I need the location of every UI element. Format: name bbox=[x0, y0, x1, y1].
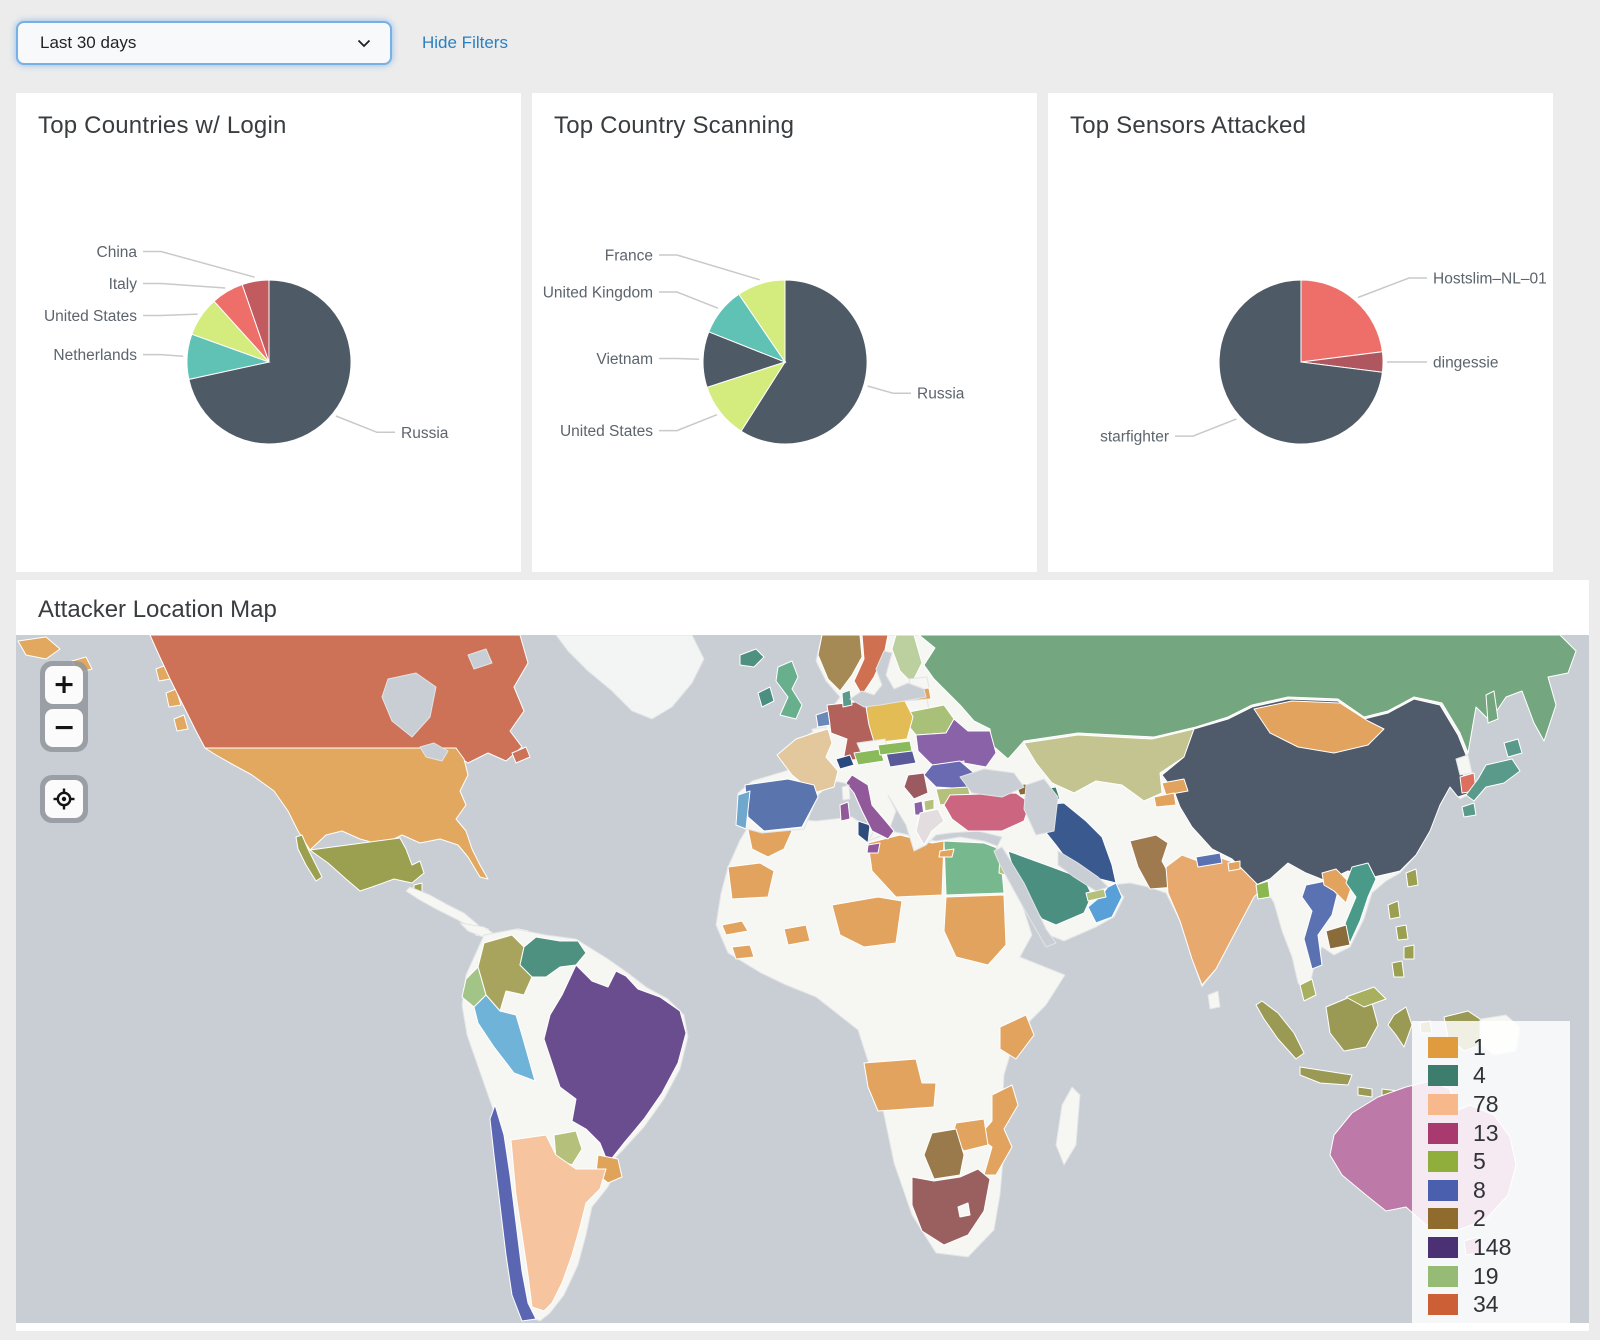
panel-top-sensors-attacked: Top Sensors Attacked Hostslim–NL–01 dinge… bbox=[1048, 93, 1553, 572]
pie-chart-top-countries-login: Russia Netherlands United States Italy China bbox=[44, 244, 449, 445]
country-bhutan[interactable] bbox=[1227, 860, 1241, 872]
world-map[interactable]: + − 1 4 78 13 5 8 2 148 19 34 bbox=[16, 635, 1589, 1329]
legend-row: 8 bbox=[1428, 1176, 1570, 1205]
country-burkina-faso[interactable] bbox=[783, 924, 811, 946]
dashboard: { "filters": { "time_range": "Last 30 da… bbox=[0, 0, 1600, 1340]
legend-swatch bbox=[1428, 1122, 1458, 1144]
country-guinea[interactable] bbox=[731, 944, 755, 960]
legend-value: 13 bbox=[1473, 1119, 1499, 1146]
pie-label-line bbox=[659, 291, 719, 309]
pie-label-line bbox=[143, 353, 184, 358]
legend-row: 148 bbox=[1428, 1233, 1570, 1262]
map-legend: 1 4 78 13 5 8 2 148 19 34 bbox=[1412, 1021, 1570, 1329]
legend-swatch bbox=[1428, 1294, 1458, 1316]
legend-swatch bbox=[1428, 1065, 1458, 1087]
legend-value: 4 bbox=[1473, 1062, 1486, 1089]
country-mauritania[interactable] bbox=[727, 862, 775, 900]
pie-label: Italy bbox=[109, 276, 138, 293]
pie-panels-row: Top Countries w/ Login Russia Netherlands… bbox=[16, 93, 1553, 572]
pie-chart-top-sensors-attacked: Hostslim–NL–01 dingessie starfighter bbox=[1100, 271, 1547, 446]
country-italy-sicily[interactable] bbox=[866, 842, 881, 854]
panel-title: Top Country Scanning bbox=[554, 112, 795, 139]
legend-value: 8 bbox=[1473, 1176, 1486, 1203]
country-france-corsica[interactable] bbox=[841, 784, 851, 801]
legend-row: 2 bbox=[1428, 1205, 1570, 1234]
pie-label: United States bbox=[560, 423, 653, 440]
time-range-select[interactable]: Last 30 days bbox=[16, 21, 392, 65]
map-zoom-controls: + − bbox=[40, 661, 88, 752]
zoom-in-button[interactable]: + bbox=[45, 666, 83, 704]
legend-row: 4 bbox=[1428, 1062, 1570, 1091]
pie-label: Netherlands bbox=[53, 347, 137, 364]
map-locate-control bbox=[40, 775, 88, 823]
legend-swatch bbox=[1428, 1179, 1458, 1201]
pie-label: Hostslim–NL–01 bbox=[1433, 271, 1547, 288]
pie-label: China bbox=[97, 244, 138, 261]
pie-label-line bbox=[335, 415, 395, 434]
legend-row: 78 bbox=[1428, 1090, 1570, 1119]
pie-label-line bbox=[143, 282, 226, 289]
pie-label-line bbox=[1175, 418, 1237, 437]
pie-label-line bbox=[143, 313, 198, 317]
pie-label-line bbox=[659, 414, 718, 432]
crosshair-button[interactable] bbox=[45, 780, 83, 818]
legend-value: 148 bbox=[1473, 1233, 1512, 1260]
legend-swatch bbox=[1428, 1151, 1458, 1173]
pie-label: starfighter bbox=[1100, 429, 1169, 446]
pie-label: dingessie bbox=[1433, 355, 1499, 372]
legend-row: 1 bbox=[1428, 1033, 1570, 1062]
legend-swatch bbox=[1428, 1093, 1458, 1115]
legend-value: 2 bbox=[1473, 1205, 1486, 1232]
country-italy-sardinia[interactable] bbox=[839, 801, 851, 822]
panel-top-country-scanning: Top Country Scanning Russia United States… bbox=[532, 93, 1037, 572]
legend-value: 78 bbox=[1473, 1090, 1499, 1117]
panel-attacker-location-map: Attacker Location Map + − 1 4 78 13 5 8 … bbox=[16, 580, 1589, 1331]
choropleth-map-svg bbox=[16, 635, 1589, 1323]
legend-value: 34 bbox=[1473, 1291, 1499, 1318]
crosshair-icon bbox=[53, 788, 75, 810]
legend-row: 34 bbox=[1428, 1290, 1570, 1319]
pie-label-line bbox=[867, 385, 911, 394]
legend-value: 5 bbox=[1473, 1148, 1486, 1175]
legend-row: 13 bbox=[1428, 1119, 1570, 1148]
legend-swatch bbox=[1428, 1236, 1458, 1258]
pie-label: Russia bbox=[401, 425, 449, 442]
pie-label-line bbox=[1357, 277, 1427, 299]
country-north-macedonia[interactable] bbox=[923, 798, 935, 812]
chevron-down-icon bbox=[357, 39, 371, 48]
map-title: Attacker Location Map bbox=[38, 596, 277, 623]
pie-label-line bbox=[659, 357, 700, 361]
panel-title: Top Sensors Attacked bbox=[1070, 112, 1307, 139]
pie-label: Russia bbox=[917, 386, 965, 403]
pie-label-line bbox=[143, 250, 255, 278]
zoom-out-button[interactable]: − bbox=[45, 709, 83, 747]
legend-row: 19 bbox=[1428, 1262, 1570, 1291]
pie-label: France bbox=[605, 248, 653, 265]
legend-swatch bbox=[1428, 1208, 1458, 1230]
filter-bar: Last 30 days Hide Filters bbox=[16, 21, 508, 65]
pie-label: Vietnam bbox=[596, 351, 653, 368]
panel-title: Top Countries w/ Login bbox=[38, 112, 287, 139]
legend-swatch bbox=[1428, 1265, 1458, 1287]
legend-swatch bbox=[1428, 1036, 1458, 1058]
legend-value: 19 bbox=[1473, 1262, 1499, 1289]
legend-value: 1 bbox=[1473, 1033, 1486, 1060]
time-range-value: Last 30 days bbox=[40, 33, 137, 52]
pie-label: United Kingdom bbox=[543, 285, 653, 302]
hide-filters-link[interactable]: Hide Filters bbox=[422, 33, 508, 53]
pie-label-line bbox=[659, 254, 760, 281]
panel-top-countries-login: Top Countries w/ Login Russia Netherlands… bbox=[16, 93, 521, 572]
pie-label: United States bbox=[44, 308, 137, 325]
pie-chart-top-country-scanning: Russia United States Vietnam United Kingdom… bbox=[543, 248, 965, 445]
legend-row: 5 bbox=[1428, 1147, 1570, 1176]
